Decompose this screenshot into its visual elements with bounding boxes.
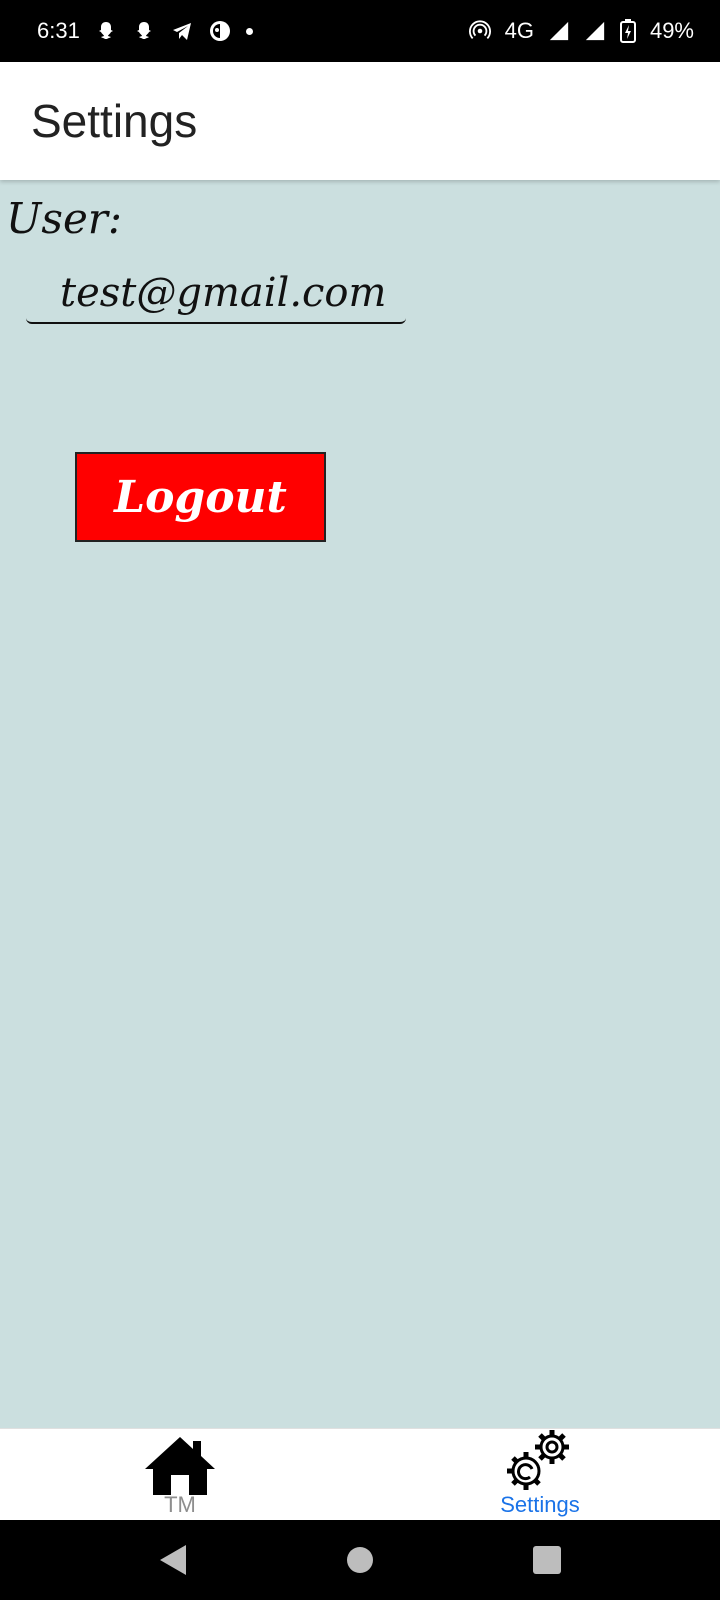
snapchat-icon xyxy=(132,19,156,43)
hotspot-icon xyxy=(468,20,491,42)
signal-icon xyxy=(584,20,606,42)
signal-icon xyxy=(548,20,570,42)
page-title: Settings xyxy=(31,95,198,147)
system-nav-bar xyxy=(0,1520,720,1600)
status-time: 6:31 xyxy=(37,18,80,43)
battery-charging-icon xyxy=(619,19,636,43)
battery-percentage: 49% xyxy=(649,18,694,43)
status-right: 4G 49% xyxy=(468,18,694,44)
user-email: test@gmail.com xyxy=(26,270,406,324)
snapchat-icon xyxy=(94,19,118,43)
status-left: 6:31 xyxy=(37,18,253,44)
settings-content: User: test@gmail.com Logout xyxy=(0,180,720,1428)
telegram-icon xyxy=(170,19,194,43)
home-circle-icon[interactable] xyxy=(330,1530,390,1590)
home-icon xyxy=(145,1437,215,1495)
app-icon xyxy=(208,19,232,43)
back-icon[interactable] xyxy=(143,1530,203,1590)
gears-icon xyxy=(507,1430,569,1490)
nav-item-tm[interactable]: TM xyxy=(0,1429,360,1520)
dot-icon xyxy=(245,27,253,35)
app-bar: Settings xyxy=(0,62,720,180)
logout-button[interactable]: Logout xyxy=(75,452,326,542)
user-label: User: xyxy=(6,194,123,243)
status-bar: 6:31 4G 49% xyxy=(0,0,720,62)
nav-label-settings: Settings xyxy=(500,1492,580,1517)
recents-icon[interactable] xyxy=(517,1530,577,1590)
network-type: 4G xyxy=(504,18,534,43)
bottom-nav: TM Settings xyxy=(0,1428,720,1520)
nav-item-settings[interactable]: Settings xyxy=(360,1429,720,1520)
